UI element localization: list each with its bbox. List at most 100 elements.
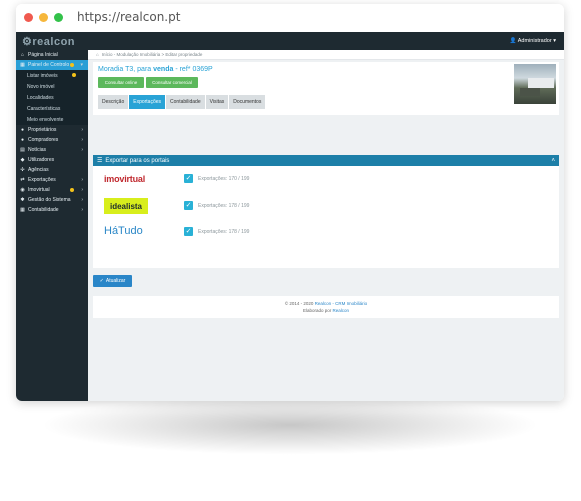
browser-window: https://realcon.pt ⚙realcon 👤 Administra… — [16, 4, 564, 401]
logo-icon: ⚙ — [22, 35, 33, 48]
app-logo[interactable]: ⚙realcon — [16, 35, 88, 48]
minimize-dot[interactable] — [39, 12, 48, 22]
hatudo-checkbox[interactable]: ✓ — [184, 227, 193, 236]
user-icon: ● — [20, 126, 25, 133]
footer-line-2: Elaborado por Realcon — [93, 307, 559, 314]
sidebar-subitem-meio[interactable]: Meio envolvente — [16, 114, 88, 125]
tab-contabilidade[interactable]: Contabilidade — [166, 95, 205, 109]
user-menu[interactable]: 👤 Administrador ▾ — [510, 38, 564, 44]
tab-bar: Descrição Exportações Contabilidade Visi… — [98, 95, 266, 109]
check-icon: ✓ — [99, 278, 104, 284]
consult-online-button[interactable]: Consultar online — [98, 77, 144, 88]
sidebar-item-agencias[interactable]: ✣ Agências — [16, 165, 88, 175]
gear-icon: ✱ — [20, 196, 25, 203]
window-shadow — [40, 395, 540, 455]
title-ref: - ref* 0369P — [175, 66, 213, 73]
portal-row-hatudo: HáTudo ✓ Exportações: 178 / 199 — [93, 221, 559, 243]
sidebar-item-label: Imovirtual — [28, 187, 50, 193]
user-icon: ● — [20, 136, 25, 143]
notification-dot — [70, 188, 74, 192]
sidebar-item-contabilidade[interactable]: ▦ Contabilidade › — [16, 205, 88, 215]
sidebar-subitem-caracteristicas[interactable]: Características — [16, 103, 88, 114]
tab-visitas[interactable]: Visitas — [205, 95, 229, 109]
sidebar-item-exportacoes[interactable]: ⇄ Exportações › — [16, 175, 88, 185]
sidebar-item-proprietarios[interactable]: ● Proprietários › — [16, 125, 88, 135]
footer-line-1: © 2014 - 2020 Realcon - CRM Imobiliário — [93, 300, 559, 307]
sidebar-item-label: Painel de Controlo — [28, 62, 70, 68]
home-icon[interactable]: ⌂ — [96, 52, 99, 57]
chevron-right-icon: › — [81, 147, 83, 153]
portals-header-title: Exportar para os portais — [105, 157, 170, 164]
home-icon: ⌂ — [20, 51, 25, 58]
sidebar-item-imovirtual[interactable]: ◉ Imovirtual › — [16, 185, 88, 195]
logo-text: realcon — [32, 35, 76, 48]
grid-icon: ▦ — [20, 206, 25, 213]
sidebar-item-gestao[interactable]: ✱ Gestão do Sistema › — [16, 195, 88, 205]
property-title: Moradia T3, para venda - ref* 0369P — [98, 66, 213, 73]
title-prefix: Moradia T3, para — [98, 66, 152, 73]
notification-dot — [70, 63, 74, 67]
consult-commercial-button[interactable]: Consultar comercial — [146, 77, 198, 88]
footer-credit: Elaborado por — [302, 308, 332, 313]
chevron-right-icon: › — [81, 207, 83, 213]
sidebar-item-label: Utilizadores — [28, 157, 55, 163]
sidebar-item-noticias[interactable]: ▤ Notícias › — [16, 145, 88, 155]
sidebar-item-label: Notícias — [28, 147, 47, 153]
update-button[interactable]: ✓ Atualizar — [93, 275, 132, 287]
sidebar-item-label: Listar imóveis — [27, 72, 58, 79]
breadcrumb-text[interactable]: Início - Modulação Imobiliária > Editar … — [102, 52, 203, 57]
sidebar-item-label: Agências — [28, 167, 49, 173]
imovirtual-exports: Exportações: 170 / 199 — [198, 176, 250, 182]
idealista-checkbox[interactable]: ✓ — [184, 201, 193, 210]
hatudo-exports: Exportações: 178 / 199 — [198, 229, 250, 235]
main-content: ⌂ Início - Modulação Imobiliária > Edita… — [88, 50, 564, 401]
sidebar-subitem-novo[interactable]: Novo imóvel — [16, 81, 88, 92]
property-panel: Moradia T3, para venda - ref* 0369P Cons… — [93, 62, 559, 115]
title-mode: venda — [153, 66, 174, 73]
close-dot[interactable] — [24, 12, 33, 22]
maximize-dot[interactable] — [54, 12, 63, 22]
chevron-right-icon: › — [81, 197, 83, 203]
portals-panel: ☰ Exportar para os portais ˄ imovirtual … — [93, 155, 559, 268]
breadcrumb: ⌂ Início - Modulação Imobiliária > Edita… — [88, 50, 564, 60]
sidebar-subitem-listar[interactable]: Listar imóveis — [16, 70, 88, 81]
sidebar-item-label: Meio envolvente — [27, 116, 64, 123]
tab-documentos[interactable]: Documentos — [229, 95, 266, 109]
sidebar-item-utilizadores[interactable]: ◆ Utilizadores — [16, 155, 88, 165]
caret-down-icon: ▾ — [553, 38, 556, 44]
footer-link-crm[interactable]: Realcon - CRM Imobiliário — [315, 301, 368, 306]
sidebar-item-label: Características — [27, 105, 61, 112]
sidebar-item-label: Página Inicial — [28, 52, 58, 58]
address-url[interactable]: https://realcon.pt — [77, 10, 180, 24]
idealista-exports: Exportações: 178 / 199 — [198, 203, 250, 209]
tab-descricao[interactable]: Descrição — [98, 95, 129, 109]
sidebar-subitem-localidades[interactable]: Localidades — [16, 92, 88, 103]
tab-exportacoes[interactable]: Exportações — [129, 95, 166, 109]
user-icon: 👤 — [509, 38, 517, 44]
photo-building — [528, 78, 554, 88]
sidebar-item-home[interactable]: ⌂ Página Inicial — [16, 50, 88, 60]
chevron-up-icon[interactable]: ˄ — [551, 158, 555, 164]
sidebar-item-label: Compradores — [28, 137, 59, 143]
users-icon: ◆ — [20, 156, 25, 163]
footer-link-realcon[interactable]: Realcon — [333, 308, 350, 313]
top-nav: ⚙realcon 👤 Administrador ▾ — [16, 32, 564, 50]
list-icon: ☰ — [97, 158, 103, 164]
property-photo[interactable] — [514, 64, 556, 104]
sidebar-item-compradores[interactable]: ● Compradores › — [16, 135, 88, 145]
sidebar-item-label: Novo imóvel — [27, 83, 55, 90]
chevron-right-icon: › — [81, 177, 83, 183]
imovirtual-icon: ◉ — [20, 186, 25, 193]
sidebar-item-dashboard[interactable]: ▦ Painel de Controlo ▾ — [16, 60, 88, 70]
chevron-right-icon: › — [81, 187, 83, 193]
portals-header[interactable]: ☰ Exportar para os portais ˄ — [93, 155, 559, 166]
sidebar: ⌂ Página Inicial ▦ Painel de Controlo ▾ … — [16, 50, 88, 401]
sidebar-item-label: Exportações — [28, 177, 56, 183]
user-name: Administrador — [517, 38, 552, 44]
agency-icon: ✣ — [20, 166, 25, 173]
notification-dot — [72, 73, 76, 77]
footer: © 2014 - 2020 Realcon - CRM Imobiliário … — [93, 296, 559, 318]
export-icon: ⇄ — [20, 176, 25, 183]
imovirtual-checkbox[interactable]: ✓ — [184, 174, 193, 183]
chevron-down-icon: ▾ — [80, 62, 83, 68]
